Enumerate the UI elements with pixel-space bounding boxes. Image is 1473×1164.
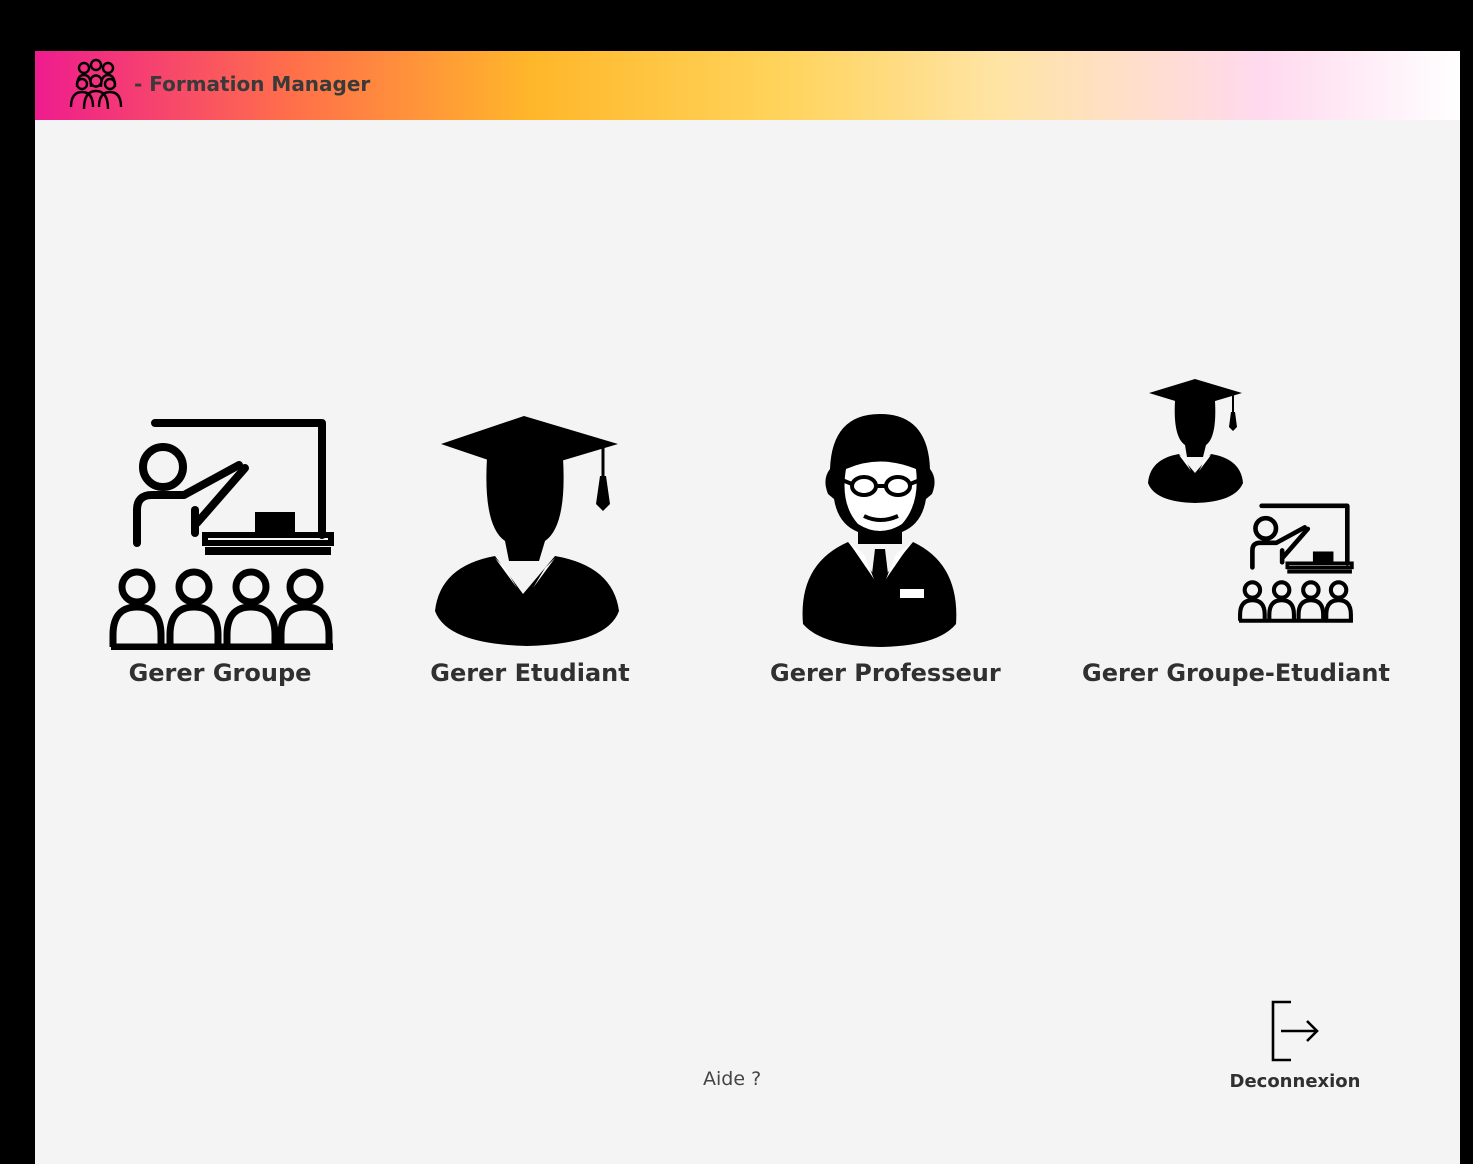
teacher-classroom-icon (109, 419, 334, 650)
gerer-etudiant-button[interactable]: Gerer Etudiant (425, 411, 635, 701)
help-link[interactable]: Aide ? (703, 1068, 761, 1090)
tile-label: Gerer Professeur (770, 659, 1001, 687)
tile-label: Gerer Groupe (128, 659, 312, 687)
gerer-groupe-button[interactable]: Gerer Groupe (105, 411, 345, 701)
group-of-people-icon (69, 58, 123, 110)
tile-label: Gerer Etudiant (430, 659, 630, 687)
graduate-student-icon (1148, 379, 1243, 503)
logout-button[interactable]: Deconnexion (1225, 994, 1365, 1104)
app-title: - Formation Manager (134, 72, 371, 96)
graduate-student-icon (435, 416, 619, 646)
main-window: - Formation Manager Gerer Groupe Gerer E… (35, 51, 1460, 1164)
gerer-groupe-etudiant-button[interactable]: Gerer Groupe-Etudiant (1075, 371, 1405, 701)
title-bar: - Formation Manager (35, 51, 1460, 120)
gerer-professeur-button[interactable]: Gerer Professeur (770, 411, 1001, 701)
tile-label: Gerer Groupe-Etudiant (1082, 659, 1390, 687)
logout-arrow-icon (1271, 1000, 1319, 1062)
logout-label: Deconnexion (1229, 1071, 1361, 1092)
professor-icon (802, 414, 957, 647)
teacher-classroom-icon (1238, 503, 1354, 623)
